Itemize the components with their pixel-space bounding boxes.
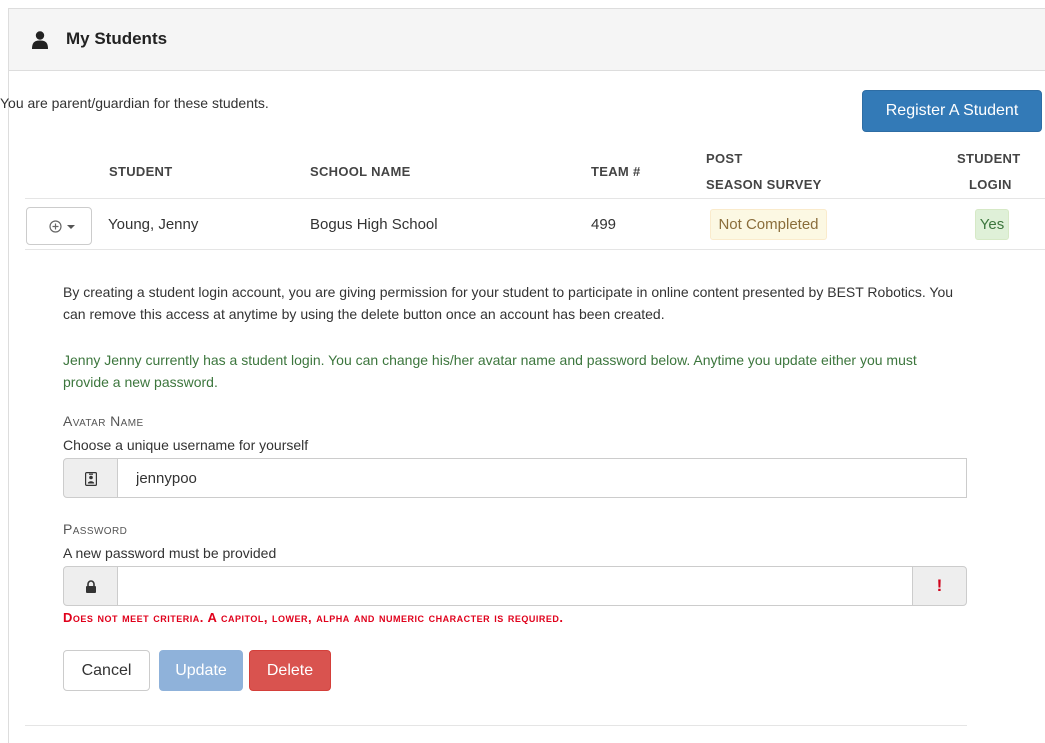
intro-text: You are parent/guardian for these studen… (0, 95, 269, 111)
cancel-button[interactable]: Cancel (63, 650, 150, 691)
password-error-message: Does not meet criteria. A capitol, lower… (63, 610, 564, 625)
avatar-name-input[interactable] (117, 458, 967, 498)
permission-info-text: By creating a student login account, you… (63, 284, 954, 322)
chevron-down-icon (67, 225, 75, 229)
update-button[interactable]: Update (159, 650, 243, 691)
password-input[interactable] (117, 566, 913, 606)
header-school-name: SCHOOL NAME (310, 164, 411, 179)
password-help: A new password must be provided (63, 545, 277, 561)
row-actions-dropdown[interactable] (26, 207, 92, 245)
header-team: TEAM # (591, 164, 641, 179)
table-divider (25, 249, 1045, 250)
avatar-addon (63, 458, 118, 498)
form-divider (25, 725, 967, 726)
panel-title: My Students (66, 29, 168, 48)
delete-button[interactable]: Delete (249, 650, 331, 691)
school-name: Bogus High School (310, 216, 438, 233)
student-login-badge: Yes (975, 209, 1009, 240)
register-student-button[interactable]: Register A Student (862, 90, 1042, 132)
password-label: Password (63, 521, 128, 537)
user-icon (32, 31, 48, 49)
exclamation-icon: ! (912, 566, 967, 606)
avatar-name-help: Choose a unique username for yourself (63, 437, 309, 453)
header-login-line2: LOGIN (969, 177, 1012, 192)
panel-header: My Students (9, 9, 1045, 71)
header-survey-line1: POST (706, 151, 743, 166)
team-number: 499 (591, 216, 617, 233)
student-name: Young, Jenny (108, 216, 199, 233)
header-survey-line2: SEASON SURVEY (706, 177, 822, 192)
header-student: STUDENT (109, 164, 173, 179)
table-divider (25, 198, 1045, 199)
header-login-line1: STUDENT (957, 151, 1021, 166)
avatar-name-label: Avatar Name (63, 413, 144, 429)
circle-plus-icon (49, 220, 62, 233)
id-badge-icon (85, 472, 97, 486)
password-addon (63, 566, 118, 606)
login-status-text: Jenny Jenny currently has a student logi… (63, 352, 917, 390)
survey-status-badge: Not Completed (710, 209, 827, 240)
lock-icon (86, 580, 96, 593)
